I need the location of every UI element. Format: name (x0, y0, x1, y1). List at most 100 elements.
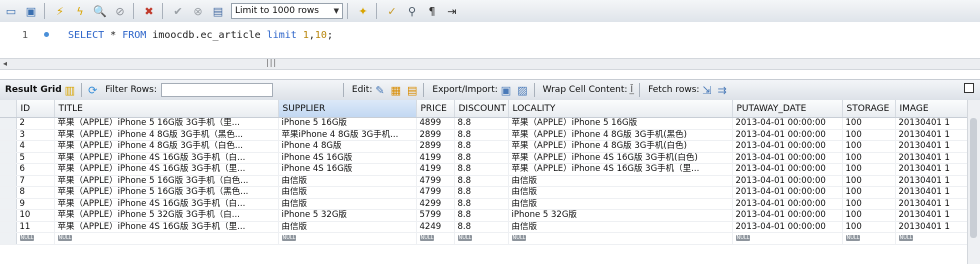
cell-id[interactable]: 7 (16, 175, 55, 187)
cell-image[interactable]: 20130401 1 (895, 209, 968, 222)
cell-discount[interactable]: 8.8 (454, 186, 509, 199)
column-header-putaway-date[interactable]: PUTAWAY_DATE (732, 100, 843, 118)
cell-storage[interactable]: 100 (842, 140, 896, 153)
cell-storage[interactable]: 100 (842, 117, 896, 130)
edit-row-icon[interactable]: ✎ (375, 85, 384, 96)
row-header[interactable] (0, 129, 17, 141)
cell-putaway-date[interactable]: 2013-04-01 00:00:00 (732, 152, 843, 164)
grid-view-icon[interactable]: ▥ (65, 85, 75, 96)
cell-image[interactable]: 20130401 1 (895, 198, 968, 210)
cell-id[interactable]: 6 (16, 163, 55, 176)
filter-rows-input[interactable] (160, 83, 273, 97)
cell-supplier[interactable]: 由信版 (278, 221, 417, 233)
null-cell-putaway-date[interactable]: NULL (732, 232, 843, 245)
cell-discount[interactable]: 8.8 (454, 198, 509, 210)
cell-id[interactable]: 11 (16, 221, 55, 233)
invisible-chars-icon[interactable]: ¶ (423, 2, 441, 20)
cell-supplier[interactable]: 苹果iPhone 4 8G版 3G手机... (278, 129, 417, 141)
cell-storage[interactable]: 100 (842, 163, 896, 176)
cell-discount[interactable]: 8.8 (454, 140, 509, 153)
row-header[interactable] (0, 209, 17, 222)
null-cell-locality[interactable]: NULL (508, 232, 733, 245)
cell-id[interactable]: 8 (16, 186, 55, 199)
cell-discount[interactable]: 8.8 (454, 129, 509, 141)
cell-title[interactable]: 苹果（APPLE）iPhone 4S 16G版 3G手机（白... (54, 152, 279, 164)
cell-locality[interactable]: 苹果（APPLE）iPhone 4 8G版 3G手机(白色) (508, 140, 733, 153)
cell-supplier[interactable]: iPhone 5 16G版 (278, 117, 417, 130)
import-icon[interactable]: ▨ (517, 85, 527, 96)
rollback-icon[interactable]: ⊗ (189, 2, 207, 20)
null-cell-storage[interactable]: NULL (842, 232, 896, 245)
null-cell-discount[interactable]: NULL (454, 232, 509, 245)
cell-putaway-date[interactable]: 2013-04-01 00:00:00 (732, 186, 843, 199)
delete-row-icon[interactable]: ▤ (407, 85, 417, 96)
column-header-price[interactable]: PRICE (416, 100, 455, 118)
cell-locality[interactable]: 苹果（APPLE）iPhone 5 16G版 (508, 117, 733, 130)
add-row-icon[interactable]: ▦ (391, 85, 401, 96)
scroll-thumb[interactable] (970, 118, 977, 238)
row-header[interactable] (0, 163, 17, 176)
column-header-supplier[interactable]: SUPPLIER (278, 100, 417, 118)
cell-price[interactable]: 4299 (416, 198, 455, 210)
cell-supplier[interactable]: 由信版 (278, 186, 417, 199)
cell-title[interactable]: 苹果（APPLE）iPhone 4S 16G版 3G手机（里... (54, 221, 279, 233)
cell-putaway-date[interactable]: 2013-04-01 00:00:00 (732, 163, 843, 176)
column-header-storage[interactable]: STORAGE (842, 100, 896, 118)
cell-price[interactable]: 4249 (416, 221, 455, 233)
cell-discount[interactable]: 8.8 (454, 175, 509, 187)
execute-icon[interactable]: ⚡ (51, 2, 69, 20)
cell-storage[interactable]: 100 (842, 221, 896, 233)
cell-putaway-date[interactable]: 2013-04-01 00:00:00 (732, 117, 843, 130)
editor-horizontal-scrollbar[interactable]: ◂ ||| (0, 58, 980, 70)
cell-storage[interactable]: 100 (842, 152, 896, 164)
table-row[interactable]: 10 苹果（APPLE）iPhone 5 32G版 3G手机（白... iPhone… (0, 209, 968, 222)
open-folder-icon[interactable]: ▭ (2, 2, 20, 20)
cell-price[interactable]: 2899 (416, 140, 455, 153)
cell-image[interactable]: 20130401 1 (895, 221, 968, 233)
table-row[interactable]: 11 苹果（APPLE）iPhone 4S 16G版 3G手机（里... 由信版 42… (0, 221, 968, 233)
cell-title[interactable]: 苹果（APPLE）iPhone 4S 16G版 3G手机（白... (54, 198, 279, 210)
result-grid[interactable]: ID TITLE SUPPLIER PRICE DISCOUNT LOCALIT… (0, 100, 968, 264)
cell-price[interactable]: 4899 (416, 117, 455, 130)
cell-image[interactable]: 20130401 1 (895, 117, 968, 130)
cell-id[interactable]: 10 (16, 209, 55, 222)
cell-id[interactable]: 9 (16, 198, 55, 210)
find-icon[interactable]: ✓ (383, 2, 401, 20)
cell-discount[interactable]: 8.8 (454, 152, 509, 164)
beautify-icon[interactable]: ✦ (354, 2, 372, 20)
row-header[interactable] (0, 152, 17, 164)
cell-putaway-date[interactable]: 2013-04-01 00:00:00 (732, 221, 843, 233)
search-icon[interactable]: ⚲ (403, 2, 421, 20)
cell-image[interactable]: 20130401 1 (895, 152, 968, 164)
cell-supplier[interactable]: iPhone 4 8G版 (278, 140, 417, 153)
sql-editor[interactable]: 1 SELECT * FROM imoocdb.ec_article limit… (0, 22, 980, 58)
cell-storage[interactable]: 100 (842, 209, 896, 222)
table-row[interactable]: 6 苹果（APPLE）iPhone 4S 16G版 3G手机（里... iPhone… (0, 163, 968, 176)
result-grid-tab[interactable]: Result Grid (5, 85, 62, 95)
cell-supplier[interactable]: iPhone 5 32G版 (278, 209, 417, 222)
null-cell-image[interactable]: NULL (895, 232, 968, 245)
fetch-next-icon[interactable]: ⇲ (702, 85, 711, 96)
cell-storage[interactable]: 100 (842, 198, 896, 210)
cell-image[interactable]: 20130401 1 (895, 186, 968, 199)
cell-supplier[interactable]: iPhone 4S 16G版 (278, 163, 417, 176)
cell-image[interactable]: 20130401 1 (895, 175, 968, 187)
cell-title[interactable]: 苹果（APPLE）iPhone 5 16G版 3G手机（白色... (54, 175, 279, 187)
execute-selection-icon[interactable]: ϟ (71, 2, 89, 20)
column-header-id[interactable]: ID (16, 100, 55, 118)
cell-title[interactable]: 苹果（APPLE）iPhone 4 8G版 3G手机（黑色... (54, 129, 279, 141)
cell-id[interactable]: 4 (16, 140, 55, 153)
cell-storage[interactable]: 100 (842, 175, 896, 187)
row-header[interactable] (0, 140, 17, 153)
cell-title[interactable]: 苹果（APPLE）iPhone 5 16G版 3G手机（里... (54, 117, 279, 130)
cell-price[interactable]: 4199 (416, 163, 455, 176)
wrap-cell-icon[interactable]: Ī̲ (630, 85, 633, 95)
cell-image[interactable]: 20130401 1 (895, 129, 968, 141)
null-cell-price[interactable]: NULL (416, 232, 455, 245)
explain-icon[interactable]: 🔍 (91, 2, 109, 20)
column-header-discount[interactable]: DISCOUNT (454, 100, 509, 118)
cell-title[interactable]: 苹果（APPLE）iPhone 4 8G版 3G手机（白色... (54, 140, 279, 153)
column-header-image[interactable]: IMAGE (895, 100, 968, 118)
cell-supplier[interactable]: iPhone 4S 16G版 (278, 152, 417, 164)
row-header[interactable] (0, 221, 17, 233)
